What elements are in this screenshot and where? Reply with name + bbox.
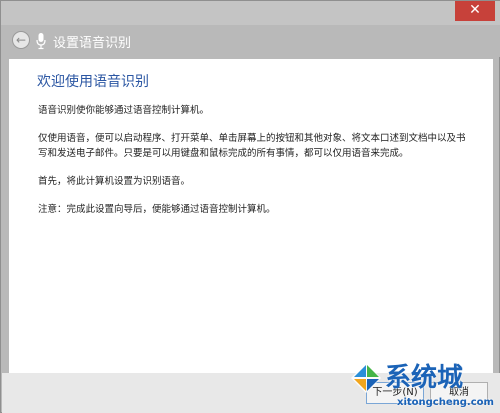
wizard-title: 设置语音识别 [53,36,132,51]
intro-paragraph: 语音识别使你能够通过语音控制计算机。 [38,105,210,116]
content-panel: 欢迎使用语音识别 语音识别使你能够通过语音控制计算机。 仅使用语音，便可以启动程… [9,59,493,373]
note-paragraph: 注意：完成此设置向导后，便能够通过语音控制计算机。 [38,204,276,215]
watermark: 系统城 xitongcheng.com [341,357,500,413]
close-button[interactable]: ✕ [455,1,495,21]
first-step-paragraph: 首先，将此计算机设置为识别语音。 [38,176,191,187]
watermark-logo-icon [351,363,381,393]
microphone-icon [36,33,46,50]
title-bar: ✕ [1,1,500,25]
back-button[interactable]: ← [12,31,30,49]
watermark-url: xitongcheng.com [397,397,494,408]
wizard-header: ← 设置语音识别 [2,25,500,57]
back-arrow-icon: ← [15,33,27,47]
description-paragraph: 仅使用语音，便可以启动程序、打开菜单、单击屏幕上的按钮和其他对象、将文本口述到文… [38,133,466,159]
close-icon: ✕ [469,2,481,18]
page-title: 欢迎使用语音识别 [37,74,149,90]
watermark-brand: 系统城 [385,363,464,393]
setup-wizard-window: ✕ ← 设置语音识别 欢迎使用语音识别 语音识别使你能够通过语音控制计算机。 仅… [0,0,500,413]
